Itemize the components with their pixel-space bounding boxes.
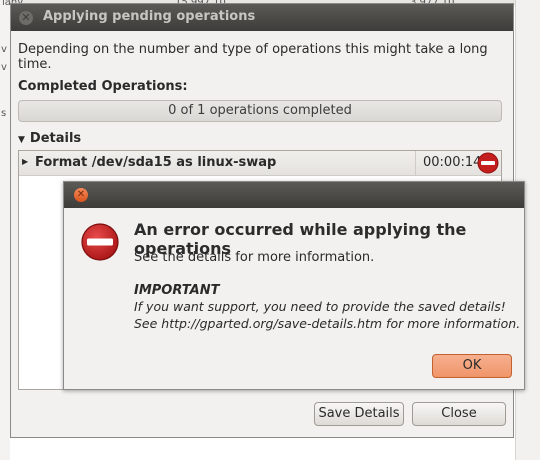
background-text: s: [1, 108, 7, 119]
progress-text: 0 of 1 operations completed: [168, 103, 352, 118]
error-dialog: ✕ An error occurred while applying the o…: [63, 181, 525, 390]
dialog-title: Applying pending operations: [43, 9, 256, 24]
details-expander[interactable]: ▼ Details: [18, 131, 81, 146]
operations-progress-bar: 0 of 1 operations completed: [18, 100, 502, 122]
operation-row[interactable]: ▶ Format /dev/sda15 as linux-swap 00:00:…: [19, 151, 501, 176]
background-text: v: [1, 44, 7, 55]
close-icon[interactable]: ✕: [74, 188, 88, 202]
error-subtext: See the details for more information.: [134, 250, 375, 265]
expander-down-icon: ▼: [18, 135, 25, 145]
save-details-link-message: See http://gparted.org/save-details.htm …: [134, 316, 521, 331]
important-label: IMPORTANT: [134, 283, 220, 298]
operation-time: 00:00:14: [415, 151, 481, 175]
close-button[interactable]: Close: [412, 402, 506, 426]
ok-button[interactable]: OK: [432, 354, 512, 378]
error-icon: [477, 152, 499, 178]
expand-row-icon[interactable]: ▶: [22, 157, 28, 166]
save-details-button[interactable]: Save Details: [314, 402, 404, 426]
error-icon: [80, 222, 120, 266]
close-icon[interactable]: ✕: [19, 11, 33, 25]
error-dialog-titlebar[interactable]: ✕: [64, 182, 524, 208]
support-message: If you want support, you need to provide…: [134, 299, 506, 314]
details-label: Details: [29, 131, 82, 146]
background-text: v: [1, 62, 7, 73]
completed-operations-label: Completed Operations:: [18, 79, 188, 94]
dialog-titlebar[interactable]: ✕ Applying pending operations: [11, 4, 513, 31]
operation-name: Format /dev/sda15 as linux-swap: [35, 155, 277, 170]
dialog-description: Depending on the number and type of oper…: [18, 42, 488, 72]
